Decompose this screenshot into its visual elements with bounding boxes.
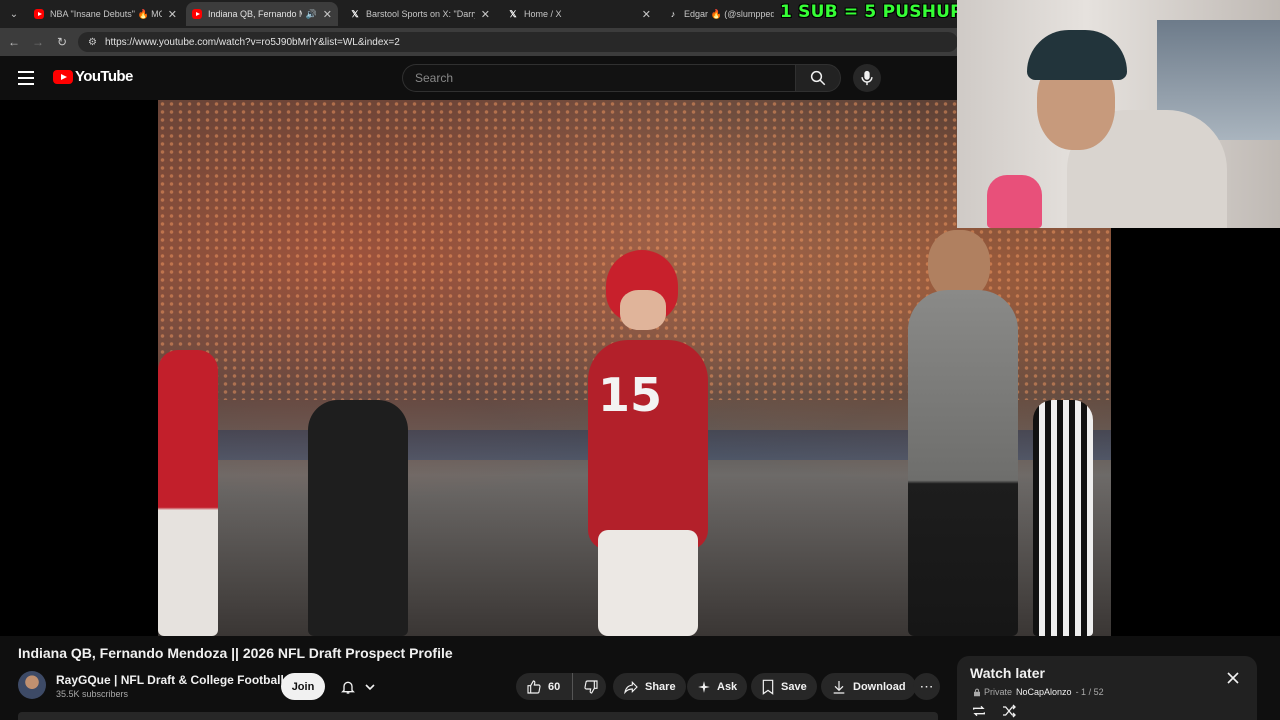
search-box bbox=[402, 64, 795, 92]
ask-label: Ask bbox=[717, 680, 738, 693]
back-arrow-icon[interactable]: ← bbox=[4, 32, 24, 52]
youtube-logo[interactable]: YouTube bbox=[53, 68, 133, 85]
tab-nba-insane-debuts[interactable]: NBA "Insane Debuts" 🔥 MOM ✕ bbox=[28, 2, 183, 26]
close-icon[interactable]: ✕ bbox=[481, 8, 490, 21]
sparkle-icon bbox=[698, 680, 710, 693]
tab-title: Barstool Sports on X: "Darryn P bbox=[366, 9, 475, 19]
share-button[interactable]: Share bbox=[613, 673, 686, 700]
bookmark-icon bbox=[762, 679, 774, 695]
like-count: 60 bbox=[548, 680, 561, 693]
menu-icon[interactable] bbox=[14, 68, 38, 88]
voice-search-button[interactable] bbox=[853, 64, 881, 92]
tab-title: Indiana QB, Fernando Men bbox=[208, 9, 302, 19]
youtube-play-icon bbox=[53, 69, 73, 84]
download-icon bbox=[833, 680, 845, 694]
tab-title: Edgar 🔥 (@slumppedgar) bbox=[684, 8, 774, 19]
subscribe-notification-button[interactable] bbox=[334, 673, 382, 700]
search-input[interactable] bbox=[415, 71, 795, 85]
channel-name[interactable]: RayGQue | NFL Draft & College Football bbox=[56, 673, 284, 687]
tab-edgar-tiktok[interactable]: ♪ Edgar 🔥 (@slumppedgar) bbox=[662, 2, 780, 26]
shuffle-icon[interactable] bbox=[1001, 704, 1017, 718]
jersey-number: 15 bbox=[598, 368, 663, 422]
save-label: Save bbox=[781, 680, 807, 693]
streamer-cap bbox=[1027, 30, 1127, 80]
x-icon: 𝕏 bbox=[351, 8, 359, 19]
webcam-overlay bbox=[957, 0, 1280, 228]
microphone-icon bbox=[861, 70, 873, 86]
thumbs-up-icon bbox=[527, 679, 541, 694]
tab-home-x[interactable]: 𝕏 Home / X ✕ bbox=[502, 2, 657, 26]
tiktok-icon: ♪ bbox=[670, 9, 676, 19]
like-dislike-group: 60 bbox=[516, 673, 606, 700]
x-icon: 𝕏 bbox=[509, 8, 517, 19]
share-icon bbox=[624, 680, 638, 694]
referee-figure bbox=[1033, 400, 1093, 636]
search-icon bbox=[810, 70, 826, 86]
tab-indiana-qb[interactable]: Indiana QB, Fernando Men 🔊 ✕ bbox=[186, 2, 338, 26]
microphone-prop bbox=[987, 175, 1042, 228]
logo-text: YouTube bbox=[75, 68, 133, 85]
playlist-panel: Watch later Private NoCapAlonzo - 1 / 52 bbox=[957, 656, 1257, 720]
playlist-owner[interactable]: NoCapAlonzo bbox=[1016, 687, 1072, 697]
tab-search-chevron-icon[interactable]: ⌄ bbox=[4, 4, 24, 24]
video-title: Indiana QB, Fernando Mendoza || 2026 NFL… bbox=[18, 645, 453, 661]
speaker-icon[interactable]: 🔊 bbox=[306, 9, 317, 20]
avatar[interactable] bbox=[18, 671, 46, 699]
close-icon[interactable]: ✕ bbox=[642, 8, 651, 21]
coach-figure bbox=[908, 290, 1018, 636]
url-text: https://www.youtube.com/watch?v=ro5J90bM… bbox=[104, 36, 400, 48]
youtube-header: YouTube bbox=[0, 56, 957, 100]
close-icon[interactable] bbox=[1225, 670, 1241, 686]
like-button[interactable]: 60 bbox=[516, 673, 574, 700]
download-button[interactable]: Download bbox=[821, 673, 916, 700]
tab-barstool-sports[interactable]: 𝕏 Barstool Sports on X: "Darryn P ✕ bbox=[344, 2, 496, 26]
description-box-edge bbox=[18, 712, 938, 720]
quarterback-pants bbox=[598, 530, 698, 636]
quarterback-face bbox=[620, 290, 666, 330]
close-icon[interactable]: ✕ bbox=[168, 8, 177, 21]
chevron-down-icon bbox=[365, 683, 375, 690]
player-figure bbox=[158, 350, 218, 636]
playlist-position: - 1 / 52 bbox=[1075, 687, 1104, 697]
dislike-button[interactable] bbox=[573, 673, 609, 700]
playlist-title[interactable]: Watch later bbox=[970, 665, 1045, 681]
lock-icon bbox=[974, 688, 980, 696]
reload-icon[interactable]: ↻ bbox=[52, 32, 72, 52]
loop-icon[interactable] bbox=[971, 704, 987, 718]
download-label: Download bbox=[853, 680, 906, 693]
address-bar[interactable]: ⚙ https://www.youtube.com/watch?v=ro5J90… bbox=[78, 32, 958, 52]
youtube-icon bbox=[192, 9, 202, 19]
tab-title: NBA "Insane Debuts" 🔥 MOM bbox=[50, 8, 162, 19]
search-button[interactable] bbox=[795, 64, 841, 92]
share-label: Share bbox=[645, 680, 676, 693]
playlist-controls bbox=[971, 704, 1017, 718]
close-icon[interactable]: ✕ bbox=[323, 8, 332, 21]
save-button[interactable]: Save bbox=[751, 673, 817, 700]
join-button[interactable]: Join bbox=[281, 673, 325, 700]
ask-button[interactable]: Ask bbox=[687, 673, 748, 700]
youtube-icon bbox=[34, 9, 44, 19]
site-info-icon[interactable]: ⚙ bbox=[88, 37, 97, 48]
more-actions-icon[interactable]: ⋯ bbox=[913, 673, 940, 700]
tab-title: Home / X bbox=[524, 9, 562, 19]
bell-icon bbox=[341, 681, 355, 694]
stream-overlay-text: 1 SUB = 5 PUSHUPS bbox=[780, 2, 976, 22]
thumbs-down-icon bbox=[584, 679, 598, 694]
forward-arrow-icon[interactable]: → bbox=[28, 32, 48, 52]
subscriber-count: 35.5K subscribers bbox=[56, 689, 129, 699]
playlist-privacy: Private bbox=[984, 687, 1013, 697]
playlist-meta: Private NoCapAlonzo - 1 / 52 bbox=[973, 687, 1104, 697]
staff-figure bbox=[308, 400, 408, 636]
